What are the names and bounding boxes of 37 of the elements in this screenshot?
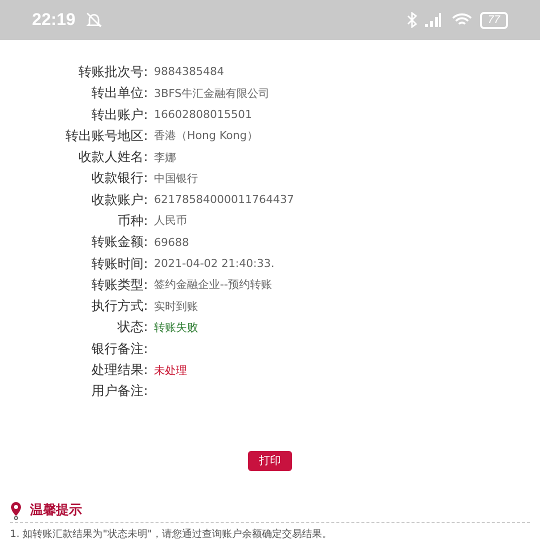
print-button[interactable]: 打印: [248, 450, 292, 471]
field-value: 香港（Hong Kong）: [154, 128, 258, 144]
field-label: 执行方式:: [90, 298, 148, 316]
field-label: 转账时间:: [90, 256, 148, 274]
field-value: 16602808015501: [154, 106, 252, 123]
field-label: 银行备注:: [90, 340, 148, 359]
field-value: 69688: [154, 234, 189, 251]
field-label: 转账批次号:: [78, 64, 148, 82]
bluetooth-icon: [406, 12, 418, 28]
field-value: 9884385484: [154, 64, 224, 80]
field-value: 签约金融企业--预约转账: [154, 277, 272, 294]
field-value: 未处理: [154, 362, 187, 379]
field-label: 币种:: [116, 212, 148, 231]
field-label: 用户备注:: [90, 383, 148, 402]
field-label: 转出账户:: [90, 106, 148, 124]
field-label: 转账类型:: [90, 276, 148, 295]
signal-icon: [424, 12, 442, 28]
field-label: 收款银行:: [90, 170, 148, 188]
tips-heading: 温馨提示: [30, 502, 82, 520]
field-label: 状态:: [116, 319, 148, 338]
field-label: 收款账户:: [90, 192, 148, 210]
field-label: 转出单位:: [90, 85, 148, 104]
field-value: 中国银行: [154, 170, 198, 187]
field-value: 3BFS牛汇金融有限公司: [154, 86, 270, 102]
field-value: 62178584000011764437: [154, 192, 294, 208]
tip-text: 1. 如转账汇款结果为"状态未明"，请您通过查询账户余额确定交易结果。: [10, 528, 333, 542]
location-pin-icon: [10, 502, 22, 520]
field-label: 处理结果:: [90, 362, 148, 380]
field-value: 李娜: [154, 150, 176, 166]
field-label: 转账金额:: [90, 234, 148, 252]
field-label: 转出账号地区:: [64, 128, 148, 146]
bell-off-icon: [85, 11, 104, 29]
field-label: 收款人姓名:: [78, 149, 148, 168]
field-value: 转账失败: [154, 320, 198, 336]
field-value: 2021-04-02 21:40:33.: [154, 256, 274, 272]
field-value: 实时到账: [154, 298, 198, 315]
field-value: 人民币: [154, 213, 187, 230]
